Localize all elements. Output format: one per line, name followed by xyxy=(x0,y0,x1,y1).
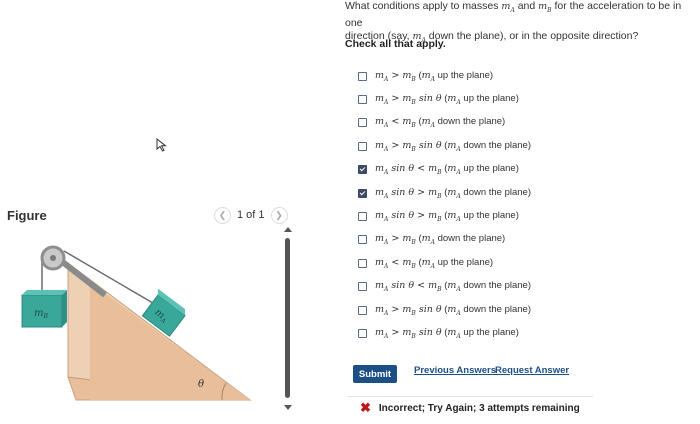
option-row[interactable]: mA > mB sin θ (mA up the plane) xyxy=(358,325,519,341)
mouse-cursor-icon xyxy=(156,137,168,157)
feedback-message: ✖ Incorrect; Try Again; 3 attempts remai… xyxy=(360,400,580,416)
option-row[interactable]: mA > mB (mA down the plane) xyxy=(358,232,505,248)
angle-label: θ xyxy=(198,379,204,390)
pager-text: 1 of 1 xyxy=(237,209,265,221)
option-row[interactable]: mA > mB sin θ (mA down the plane) xyxy=(358,138,531,154)
scroll-up-icon[interactable] xyxy=(284,227,292,232)
option-row[interactable]: mA < mB (mA down the plane) xyxy=(358,115,505,131)
feedback-text: Incorrect; Try Again; 3 attempts remaini… xyxy=(378,402,580,414)
checkbox[interactable] xyxy=(358,282,367,292)
checkbox[interactable] xyxy=(358,71,367,81)
option-math: mA > mB sin θ xyxy=(375,92,442,106)
option-math: mA > mB sin θ xyxy=(375,139,442,153)
option-text: (mA up the plane) xyxy=(418,256,494,270)
request-answer-link[interactable]: Request Answer xyxy=(495,365,569,376)
previous-answers-link[interactable]: Previous Answers xyxy=(414,365,496,376)
option-math: mA > mB xyxy=(375,233,416,247)
option-row[interactable]: mA sin θ < mB (mA down the plane) xyxy=(358,279,531,295)
next-figure-button[interactable]: ❯ xyxy=(270,206,288,224)
option-row[interactable]: mA > mB sin θ (mA down the plane) xyxy=(358,302,531,318)
option-text: (mA down the plane) xyxy=(444,280,532,294)
figure-label: Figure xyxy=(7,208,47,223)
figure-panel: Figure ❮ 1 of 1 ❯ mA mB θ xyxy=(0,0,335,424)
option-math: mA > mB sin θ xyxy=(375,326,442,340)
checkbox[interactable] xyxy=(358,305,367,315)
option-math: mA < mB xyxy=(375,256,416,270)
submit-button[interactable]: Submit xyxy=(353,365,397,383)
option-text: (mA up the plane) xyxy=(444,209,519,223)
checkbox[interactable] xyxy=(358,235,367,245)
option-row[interactable]: mA sin θ > mB (mA up the plane) xyxy=(358,208,519,224)
prev-figure-button[interactable]: ❮ xyxy=(214,206,231,224)
option-row[interactable]: mA > mB (mA up the plane) xyxy=(358,68,493,84)
option-text: (mA down the plane) xyxy=(444,139,532,153)
chevron-right-icon: ❯ xyxy=(275,209,283,220)
option-math: mA > mB sin θ xyxy=(375,303,442,317)
figure-pager: ❮ 1 of 1 ❯ xyxy=(214,206,288,224)
option-text: (mA down the plane) xyxy=(418,233,506,247)
option-math: mA sin θ < mB xyxy=(375,280,442,294)
option-text: (mA down the plane) xyxy=(418,116,506,130)
checkbox[interactable] xyxy=(358,211,367,221)
option-math: mA > mB xyxy=(375,69,416,83)
scroll-thumb[interactable] xyxy=(285,238,290,398)
x-icon: ✖ xyxy=(360,400,371,415)
option-math: mA sin θ > mB xyxy=(375,209,442,223)
option-text: (mA down the plane) xyxy=(444,186,532,200)
option-text: (mA up the plane) xyxy=(444,163,519,177)
checkbox[interactable] xyxy=(358,258,367,268)
checkbox[interactable] xyxy=(358,141,367,151)
checkbox-checked[interactable] xyxy=(358,165,367,175)
checkbox[interactable] xyxy=(358,94,367,104)
chevron-left-icon: ❮ xyxy=(218,209,227,220)
incline-figure: mA mB θ xyxy=(21,245,252,401)
option-row[interactable]: mA < mB (mA up the plane) xyxy=(358,255,493,271)
option-row[interactable]: mA sin θ > mB (mA down the plane) xyxy=(358,185,531,201)
option-math: mA sin θ < mB xyxy=(375,163,442,177)
option-row[interactable]: mA sin θ < mB (mA up the plane) xyxy=(358,162,519,178)
option-row[interactable]: mA > mB sin θ (mA up the plane) xyxy=(358,91,519,107)
block-b: mB xyxy=(21,290,67,328)
option-math: mA sin θ > mB xyxy=(375,186,442,200)
checkbox-checked[interactable] xyxy=(358,188,367,198)
check-all-instruction: Check all that apply. xyxy=(345,38,446,50)
option-text: (mA up the plane) xyxy=(444,92,519,106)
option-text: (mA up the plane) xyxy=(418,69,494,83)
option-text: (mA down the plane) xyxy=(444,303,532,317)
checkbox[interactable] xyxy=(358,118,367,128)
scroll-down-icon[interactable] xyxy=(284,405,292,410)
feedback-divider xyxy=(348,396,593,397)
checkbox[interactable] xyxy=(358,328,367,338)
option-math: mA < mB xyxy=(375,116,416,130)
option-text: (mA up the plane) xyxy=(444,326,519,340)
